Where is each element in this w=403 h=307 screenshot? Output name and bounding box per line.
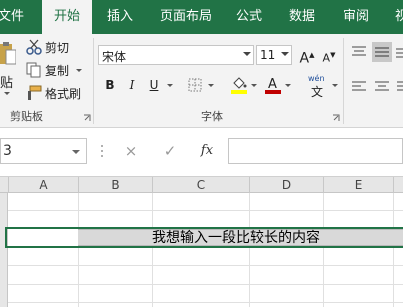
font-name-value: 宋体 xyxy=(102,50,127,64)
gridline xyxy=(8,284,403,285)
svg-text:A: A xyxy=(268,77,277,92)
ribbon-home: 贴 剪切 复制 格式刷 剪贴板 宋体 11 A▲ A▼ B I U A wén … xyxy=(0,34,403,128)
paste-label: 贴 xyxy=(0,76,14,91)
format-painter-label: 格式刷 xyxy=(45,87,82,101)
scissors-icon xyxy=(26,39,42,55)
column-header-b[interactable]: B xyxy=(78,177,152,193)
phonetic-dropdown-icon[interactable] xyxy=(332,84,338,87)
copy-label: 复制 xyxy=(45,64,70,78)
name-box-value: 3 xyxy=(3,143,12,159)
paste-icon xyxy=(0,42,16,65)
ribbon-tab-bar: 文件 开始 插入 页面布局 公式 数据 审阅 视 xyxy=(0,0,403,35)
align-center-icon[interactable] xyxy=(375,81,389,93)
copy-button[interactable]: 复制 xyxy=(26,61,84,79)
enter-icon[interactable]: ✓ xyxy=(157,138,183,164)
shrink-font-label: A xyxy=(322,51,331,65)
phonetic-pinyin: wén xyxy=(308,74,325,83)
cancel-icon[interactable]: × xyxy=(118,138,144,164)
phonetic-char: 文 xyxy=(311,85,324,99)
borders-dropdown-icon[interactable] xyxy=(208,84,214,87)
column-header-f[interactable] xyxy=(393,177,403,193)
font-color-icon[interactable]: A xyxy=(265,76,281,94)
formula-input[interactable] xyxy=(228,138,403,164)
chevron-down-icon xyxy=(243,52,251,56)
chevron-down-icon xyxy=(281,52,289,56)
font-size-select[interactable]: 11 xyxy=(256,45,292,65)
font-size-value: 11 xyxy=(260,48,276,62)
copy-icon xyxy=(26,62,41,78)
gridline xyxy=(8,302,403,303)
fill-color-icon[interactable] xyxy=(231,76,247,94)
tab-home[interactable]: 开始 xyxy=(42,0,92,35)
copy-dropdown-icon xyxy=(76,69,82,72)
borders-icon[interactable] xyxy=(188,78,202,92)
splitter-dots-icon[interactable] xyxy=(100,144,104,158)
align-right-icon[interactable] xyxy=(397,81,403,93)
align-middle-button[interactable] xyxy=(372,42,392,62)
clipboard-group-label: 剪贴板 xyxy=(10,110,43,123)
formula-bar: 3 × ✓ fx xyxy=(0,128,403,176)
align-left-icon[interactable] xyxy=(352,81,366,93)
cut-label: 剪切 xyxy=(45,41,70,55)
italic-button[interactable]: I xyxy=(123,76,141,94)
name-box[interactable]: 3 xyxy=(0,138,87,164)
format-painter-icon xyxy=(28,85,42,100)
align-bottom-icon[interactable] xyxy=(396,46,403,58)
column-header-a[interactable]: A xyxy=(8,177,78,193)
gridline xyxy=(8,210,403,211)
bold-button[interactable]: B xyxy=(101,76,119,94)
column-header-bar: A B C D E xyxy=(0,176,403,193)
tab-review[interactable]: 审阅 xyxy=(343,0,369,34)
shrink-font-button[interactable]: A▼ xyxy=(320,46,338,65)
group-divider xyxy=(343,38,344,124)
format-painter-button[interactable]: 格式刷 xyxy=(26,84,84,102)
tab-data[interactable]: 数据 xyxy=(289,0,315,34)
tab-file[interactable]: 文件 xyxy=(0,0,24,34)
row-header-bar xyxy=(0,193,8,307)
selected-row[interactable] xyxy=(5,227,403,248)
cut-button[interactable]: 剪切 xyxy=(26,38,78,56)
column-header-d[interactable]: D xyxy=(249,177,323,193)
grow-font-label: A xyxy=(299,50,310,67)
font-name-select[interactable]: 宋体 xyxy=(98,45,254,65)
align-top-icon[interactable] xyxy=(352,46,366,58)
paste-dropdown-icon xyxy=(4,92,10,95)
tab-view[interactable]: 视 xyxy=(395,0,403,34)
font-group-label: 字体 xyxy=(201,110,223,123)
underline-button[interactable]: U xyxy=(145,76,163,94)
group-divider xyxy=(93,38,94,124)
tab-page-layout[interactable]: 页面布局 xyxy=(160,0,212,34)
chevron-down-icon xyxy=(72,150,80,154)
clipboard-launcher-icon[interactable] xyxy=(83,114,91,122)
column-header-e[interactable]: E xyxy=(323,177,393,193)
underline-dropdown-icon[interactable] xyxy=(167,84,173,87)
worksheet-grid[interactable]: A B C D E 我想输入一段比较长的内容 xyxy=(0,176,403,307)
paste-button[interactable]: 贴 xyxy=(0,38,20,98)
align-middle-icon xyxy=(375,47,389,57)
column-header-c[interactable]: C xyxy=(152,177,249,193)
fill-color-dropdown-icon[interactable] xyxy=(251,84,257,87)
grow-font-button[interactable]: A▲ xyxy=(298,46,316,67)
tab-formulas[interactable]: 公式 xyxy=(236,0,262,34)
font-color-dropdown-icon[interactable] xyxy=(285,84,291,87)
phonetic-button[interactable]: wén 文 xyxy=(306,74,332,99)
insert-function-icon[interactable]: fx xyxy=(194,138,220,164)
tab-insert[interactable]: 插入 xyxy=(107,0,133,34)
font-launcher-icon[interactable] xyxy=(332,114,340,122)
gridline xyxy=(8,265,403,266)
